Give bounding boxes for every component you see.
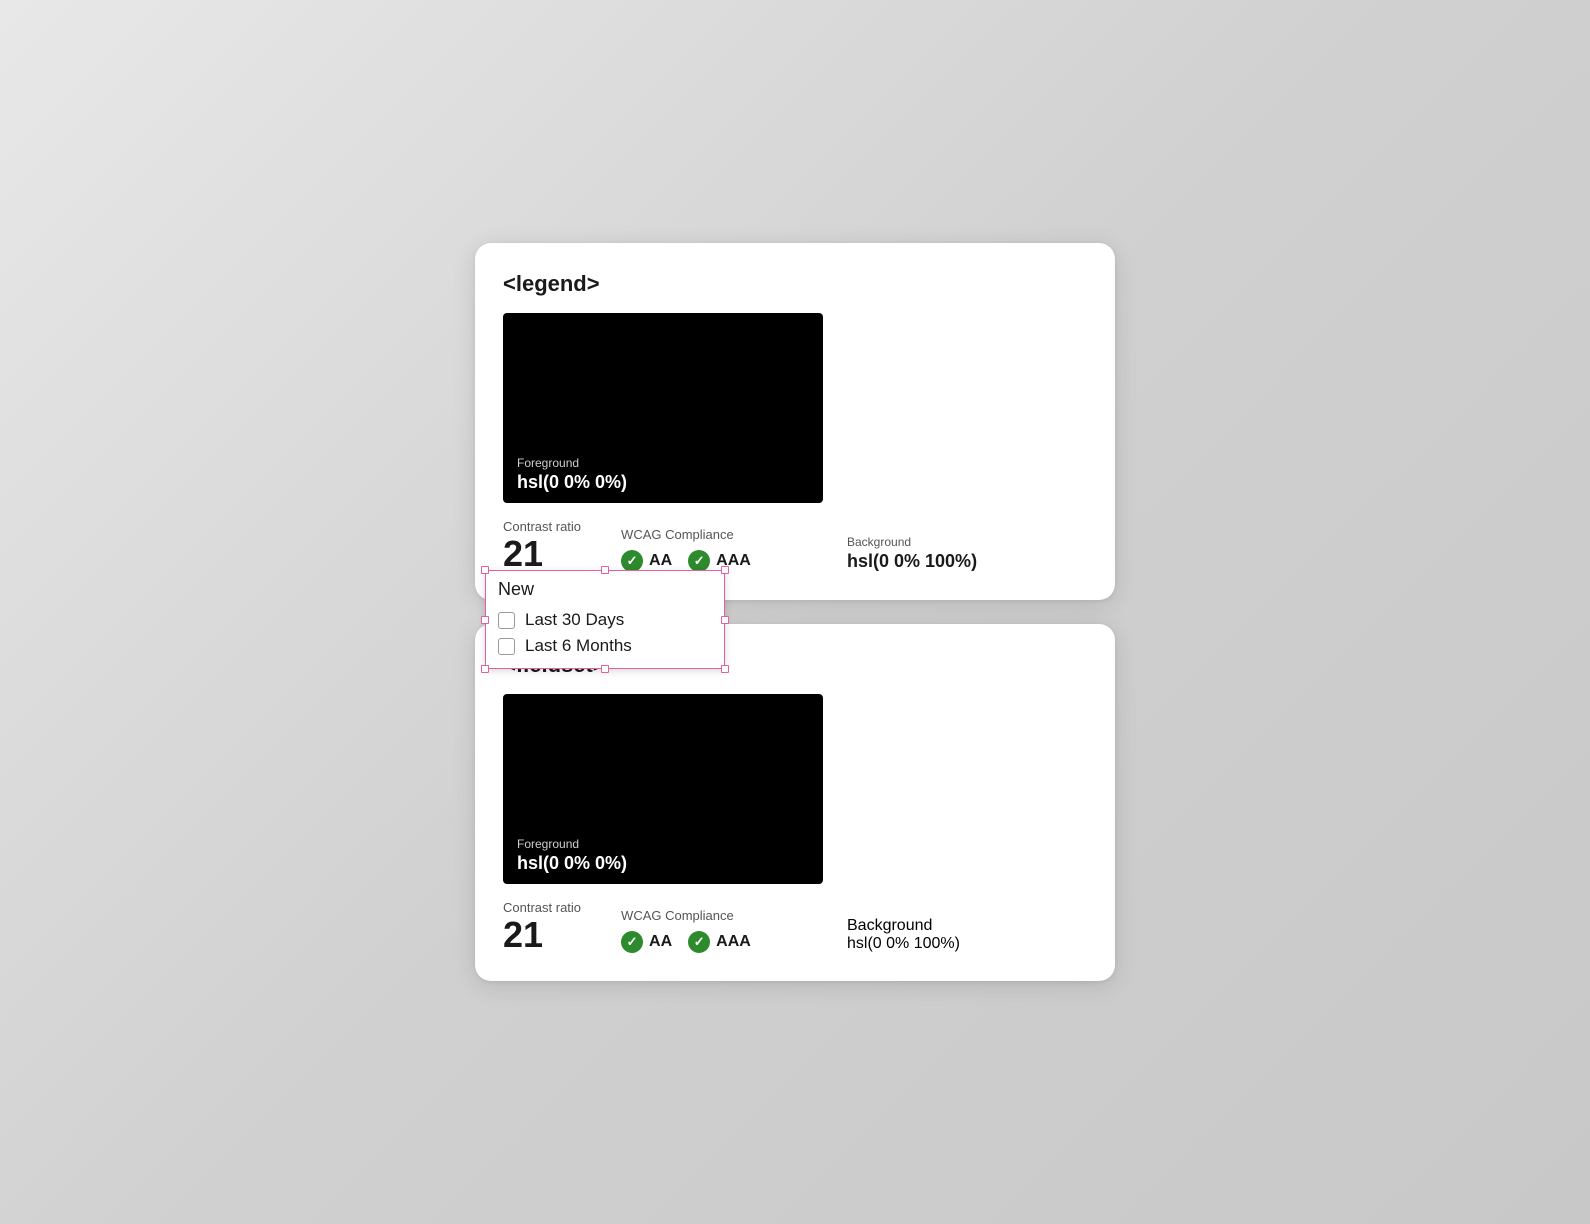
fieldset-aaa-badge: ✓ AAA	[688, 931, 751, 953]
legend-wcag-label: WCAG Compliance	[621, 527, 751, 542]
handle-middle-left	[481, 616, 489, 624]
legend-bg-label: Background	[847, 535, 1087, 549]
fieldset-bg-value: hsl(0 0% 100%)	[847, 935, 1087, 953]
legend-foreground-labels: Foreground hsl(0 0% 0%)	[517, 456, 627, 493]
legend-bottom-info: Contrast ratio 21 WCAG Compliance ✓ AA ✓	[503, 519, 823, 572]
dropdown-item-1-label: Last 30 Days	[525, 610, 624, 630]
legend-aaa-badge: ✓ AAA	[688, 550, 751, 572]
checkbox-last-30-days[interactable]	[498, 612, 515, 629]
handle-bottom-left	[481, 665, 489, 673]
legend-wcag: WCAG Compliance ✓ AA ✓ AAA	[621, 527, 751, 572]
fieldset-aaa-check-icon: ✓	[688, 931, 710, 953]
dropdown-title: New	[498, 579, 712, 600]
handle-top-middle	[601, 566, 609, 574]
dropdown-selection-box[interactable]: New Last 30 Days Last 6 Months	[485, 570, 725, 669]
legend-card-inner: Foreground hsl(0 0% 0%) Contrast ratio 2…	[503, 313, 1087, 572]
handle-bottom-middle	[601, 665, 609, 673]
legend-aaa-check-icon: ✓	[688, 550, 710, 572]
legend-contrast-label: Contrast ratio	[503, 519, 581, 534]
legend-contrast: Contrast ratio 21	[503, 519, 581, 572]
dropdown-overlay: New Last 30 Days Last 6 Months	[485, 570, 725, 669]
fieldset-aa-check-icon: ✓	[621, 931, 643, 953]
fieldset-card-inner: Foreground hsl(0 0% 0%) Contrast ratio 2…	[503, 694, 1087, 953]
fieldset-bg-labels: Background hsl(0 0% 100%)	[847, 917, 1087, 953]
fieldset-card-left: Foreground hsl(0 0% 0%) Contrast ratio 2…	[503, 694, 823, 953]
legend-card-left: Foreground hsl(0 0% 0%) Contrast ratio 2…	[503, 313, 823, 572]
legend-fg-value: hsl(0 0% 0%)	[517, 472, 627, 493]
fieldset-fg-label: Foreground	[517, 837, 627, 851]
fieldset-card: <fieldset> Foreground hsl(0 0% 0%) Contr…	[475, 624, 1115, 981]
legend-fg-label: Foreground	[517, 456, 627, 470]
legend-card: <legend> Foreground hsl(0 0% 0%) Contras…	[475, 243, 1115, 600]
dropdown-item-2-label: Last 6 Months	[525, 636, 632, 656]
fieldset-wcag-badges: ✓ AA ✓ AAA	[621, 931, 751, 953]
fieldset-aaa-label: AAA	[716, 933, 751, 951]
handle-bottom-right	[721, 665, 729, 673]
fieldset-wcag-label: WCAG Compliance	[621, 908, 751, 923]
fieldset-aa-badge: ✓ AA	[621, 931, 672, 953]
legend-aa-badge: ✓ AA	[621, 550, 672, 572]
legend-contrast-value: 21	[503, 536, 581, 572]
fieldset-aa-label: AA	[649, 933, 672, 951]
handle-top-left	[481, 566, 489, 574]
legend-aa-check-icon: ✓	[621, 550, 643, 572]
legend-bg-value: hsl(0 0% 100%)	[847, 551, 1087, 572]
handle-middle-right	[721, 616, 729, 624]
fieldset-bottom-info: Contrast ratio 21 WCAG Compliance ✓ AA ✓	[503, 900, 823, 953]
legend-wcag-badges: ✓ AA ✓ AAA	[621, 550, 751, 572]
legend-aa-label: AA	[649, 552, 672, 570]
fieldset-contrast: Contrast ratio 21	[503, 900, 581, 953]
legend-color-preview: Foreground hsl(0 0% 0%)	[503, 313, 823, 503]
handle-top-right	[721, 566, 729, 574]
fieldset-contrast-label: Contrast ratio	[503, 900, 581, 915]
fieldset-color-preview: Foreground hsl(0 0% 0%)	[503, 694, 823, 884]
legend-bg-labels: Background hsl(0 0% 100%)	[847, 535, 1087, 572]
legend-card-title: <legend>	[503, 271, 1087, 297]
dropdown-item-1[interactable]: Last 30 Days	[498, 610, 712, 630]
legend-card-right: Background hsl(0 0% 100%)	[823, 313, 1087, 572]
fieldset-card-right: Background hsl(0 0% 100%)	[823, 694, 1087, 953]
checkbox-last-6-months[interactable]	[498, 638, 515, 655]
fieldset-fg-value: hsl(0 0% 0%)	[517, 853, 627, 874]
dropdown-item-2[interactable]: Last 6 Months	[498, 636, 712, 656]
fieldset-bg-label: Background	[847, 917, 1087, 935]
fieldset-foreground-labels: Foreground hsl(0 0% 0%)	[517, 837, 627, 874]
fieldset-wcag: WCAG Compliance ✓ AA ✓ AAA	[621, 908, 751, 953]
fieldset-contrast-value: 21	[503, 917, 581, 953]
